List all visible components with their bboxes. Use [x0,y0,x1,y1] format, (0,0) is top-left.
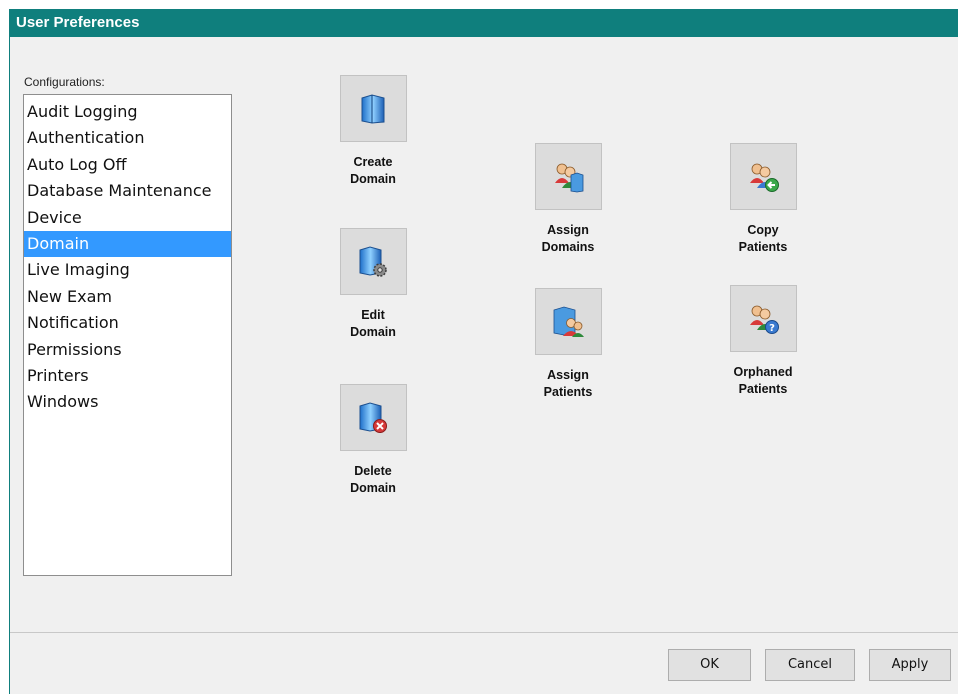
assign-patients-tool: Assign Patients [518,288,618,401]
assign-patients-label: Assign Patients [543,368,593,399]
config-item-audit-logging[interactable]: Audit Logging [24,99,231,125]
copy-patients-tool: Copy Patients [713,143,813,256]
footer-separator [10,632,958,633]
copy-patients-button[interactable] [729,143,797,210]
create-domain-label: Create Domain [350,155,396,186]
assign-patients-icon [553,306,584,337]
assign-domains-button[interactable] [534,143,602,210]
assign-patients-button[interactable] [534,288,602,355]
config-item-device[interactable]: Device [24,205,231,231]
create-domain-icon [361,93,385,124]
orphaned-patients-tool: ? Orphaned Patients [713,285,813,398]
orphaned-patients-label: Orphaned Patients [733,365,793,396]
edit-domain-icon [359,245,387,277]
delete-domain-icon [359,401,387,433]
config-item-notification[interactable]: Notification [24,310,231,336]
delete-domain-tool: Delete Domain [323,384,423,497]
config-item-permissions[interactable]: Permissions [24,337,231,363]
config-item-auto-log-off[interactable]: Auto Log Off [24,152,231,178]
config-item-authentication[interactable]: Authentication [24,125,231,151]
edit-domain-tool: Edit Domain [323,228,423,341]
configurations-label: Configurations: [24,75,105,89]
window-title: User Preferences [10,9,958,37]
config-item-printers[interactable]: Printers [24,363,231,389]
copy-patients-icon [750,163,779,192]
configurations-list[interactable]: Audit Logging Authentication Auto Log Of… [23,94,232,576]
assign-domains-icon [555,163,584,192]
apply-button[interactable]: Apply [869,649,951,681]
copy-patients-label: Copy Patients [738,223,788,254]
create-domain-tool: Create Domain [323,75,423,188]
config-item-database-maintenance[interactable]: Database Maintenance [24,178,231,204]
assign-domains-label: Assign Domains [541,223,595,254]
orphaned-patients-button[interactable]: ? [729,285,797,352]
orphaned-patients-icon: ? [750,305,779,334]
ok-button[interactable]: OK [668,649,751,681]
edit-domain-button[interactable] [339,228,407,295]
config-item-new-exam[interactable]: New Exam [24,284,231,310]
config-item-live-imaging[interactable]: Live Imaging [24,257,231,283]
svg-text:?: ? [769,323,775,334]
user-preferences-window: User Preferences Configurations: Audit L… [9,9,958,694]
config-item-domain[interactable]: Domain [24,230,231,258]
assign-domains-tool: Assign Domains [518,143,618,256]
config-item-windows[interactable]: Windows [24,389,231,415]
cancel-button[interactable]: Cancel [765,649,855,681]
delete-domain-button[interactable] [339,384,407,451]
delete-domain-label: Delete Domain [350,464,396,495]
create-domain-button[interactable] [339,75,407,142]
edit-domain-label: Edit Domain [350,308,396,339]
